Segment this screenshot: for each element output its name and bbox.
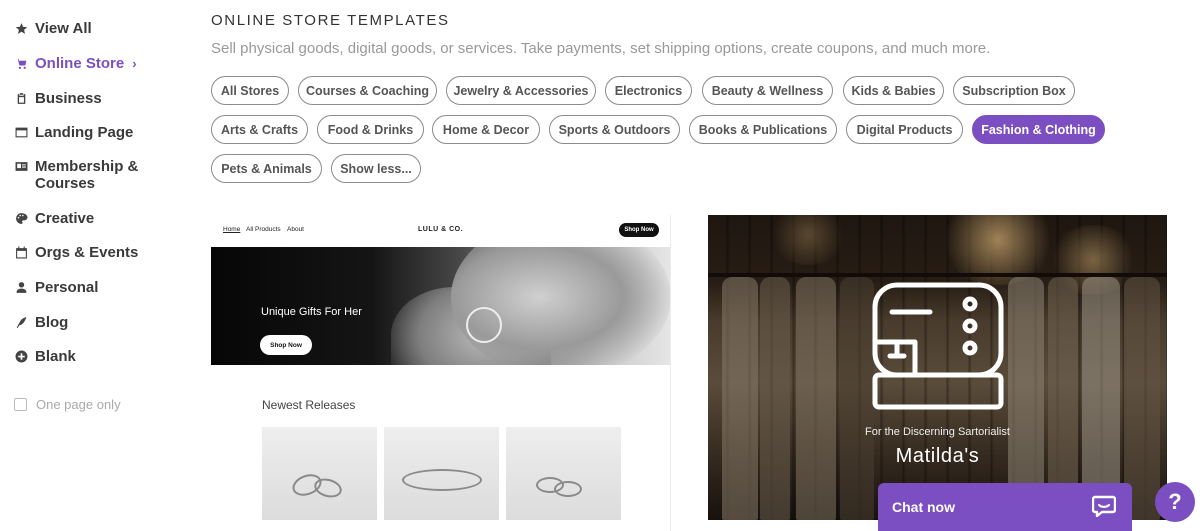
sidebar-item-creative[interactable]: Creative bbox=[14, 210, 94, 227]
sidebar-item-label: Orgs & Events bbox=[35, 244, 139, 261]
one-page-only-toggle[interactable]: One page only bbox=[14, 397, 121, 412]
user-icon bbox=[14, 279, 28, 295]
help-button[interactable]: ? bbox=[1155, 482, 1195, 522]
sidebar-item-orgs-events[interactable]: Orgs & Events bbox=[14, 244, 138, 261]
chip-beauty-wellness[interactable]: Beauty & Wellness bbox=[702, 76, 833, 105]
calendar-icon bbox=[14, 244, 28, 260]
chip-show-less[interactable]: Show less... bbox=[331, 154, 421, 183]
template-preview-nav: Home All Products About LULU & CO. Shop … bbox=[211, 215, 671, 247]
sidebar-item-label-group: Membership & Courses bbox=[35, 158, 138, 192]
sidebar-item-label-line2: Courses bbox=[35, 175, 96, 192]
sidebar-item-label: Blog bbox=[35, 314, 69, 331]
sidebar-item-blog[interactable]: Blog bbox=[14, 314, 68, 331]
sidebar-item-membership-courses[interactable]: Membership & Courses bbox=[14, 158, 138, 192]
template-card-matildas[interactable]: For the Discerning Sartorialist Matilda'… bbox=[708, 215, 1167, 520]
chip-jewelry-accessories[interactable]: Jewelry & Accessories bbox=[446, 76, 596, 105]
hero-face-shape bbox=[451, 247, 671, 365]
preview-nav-link: About bbox=[287, 226, 304, 233]
preview-store-name: Matilda's bbox=[895, 445, 980, 467]
quill-icon bbox=[14, 314, 28, 330]
sidebar: View All Online Store › Business Landing… bbox=[0, 0, 190, 531]
id-card-icon bbox=[14, 158, 28, 174]
chip-arts-crafts[interactable]: Arts & Crafts bbox=[211, 115, 308, 144]
sidebar-item-business[interactable]: Business bbox=[14, 90, 102, 107]
preview-nav-link: Home bbox=[223, 226, 241, 233]
preview-product-image bbox=[384, 427, 499, 520]
card-divider bbox=[670, 215, 671, 531]
preview-hero-button: Shop Now bbox=[260, 335, 312, 355]
chip-courses-coaching[interactable]: Courses & Coaching bbox=[298, 76, 437, 105]
preview-hero-image: Unique Gifts For Her Shop Now bbox=[211, 247, 671, 365]
chip-books-publications[interactable]: Books & Publications bbox=[689, 115, 837, 144]
sidebar-item-label: Membership & bbox=[35, 158, 139, 175]
sidebar-item-landing-page[interactable]: Landing Page bbox=[14, 124, 133, 141]
sidebar-item-label: Business bbox=[35, 90, 102, 107]
chip-sports-outdoors[interactable]: Sports & Outdoors bbox=[549, 115, 680, 144]
chip-fashion-clothing[interactable]: Fashion & Clothing bbox=[972, 115, 1105, 144]
preview-nav-link: All Products bbox=[246, 226, 281, 233]
sidebar-item-label: View All bbox=[35, 20, 92, 37]
star-icon bbox=[14, 20, 28, 36]
browser-window-icon bbox=[14, 124, 28, 140]
sidebar-item-personal[interactable]: Personal bbox=[14, 279, 98, 296]
chip-home-decor[interactable]: Home & Decor bbox=[432, 115, 540, 144]
page-subtitle: Sell physical goods, digital goods, or s… bbox=[211, 40, 991, 57]
palette-icon bbox=[14, 210, 28, 226]
preview-hero-text: Unique Gifts For Her bbox=[261, 306, 362, 318]
chip-food-drinks[interactable]: Food & Drinks bbox=[317, 115, 424, 144]
one-page-only-label: One page only bbox=[36, 397, 121, 412]
sidebar-item-label: Creative bbox=[35, 210, 95, 227]
chip-pets-animals[interactable]: Pets & Animals bbox=[211, 154, 322, 183]
plus-circle-icon bbox=[14, 348, 28, 364]
one-page-only-checkbox[interactable] bbox=[14, 398, 27, 411]
template-card-lulu[interactable]: Home All Products About LULU & CO. Shop … bbox=[211, 215, 671, 531]
preview-section-title: Newest Releases bbox=[262, 398, 356, 412]
page-title: ONLINE STORE TEMPLATES bbox=[211, 12, 450, 29]
chip-kids-babies[interactable]: Kids & Babies bbox=[843, 76, 944, 105]
earring-shape bbox=[466, 307, 502, 343]
preview-tagline: For the Discerning Sartorialist bbox=[865, 426, 1010, 438]
chat-now-button[interactable]: Chat now bbox=[878, 483, 1132, 531]
sidebar-item-blank[interactable]: Blank bbox=[14, 348, 76, 365]
sidebar-item-label: Personal bbox=[35, 279, 99, 296]
sidebar-item-label: Blank bbox=[35, 348, 76, 365]
chat-now-label: Chat now bbox=[892, 499, 955, 515]
chevron-right-icon: › bbox=[132, 56, 137, 71]
sidebar-item-view-all[interactable]: View All bbox=[14, 20, 92, 37]
chip-all-stores[interactable]: All Stores bbox=[211, 76, 289, 105]
chip-digital-products[interactable]: Digital Products bbox=[846, 115, 963, 144]
preview-product-image bbox=[506, 427, 621, 520]
sidebar-item-label: Landing Page bbox=[35, 124, 134, 141]
preview-nav-button: Shop Now bbox=[619, 223, 659, 237]
sewing-machine-icon bbox=[872, 282, 1004, 410]
preview-logo: LULU & CO. bbox=[418, 226, 464, 233]
sidebar-item-online-store[interactable]: Online Store › bbox=[14, 55, 137, 72]
chip-subscription-box[interactable]: Subscription Box bbox=[953, 76, 1075, 105]
sidebar-item-label: Online Store bbox=[35, 55, 125, 72]
cart-icon bbox=[14, 55, 28, 71]
chat-bubble-icon bbox=[1092, 495, 1116, 517]
chip-electronics[interactable]: Electronics bbox=[605, 76, 692, 105]
preview-product-image bbox=[262, 427, 377, 520]
clipboard-icon bbox=[14, 90, 28, 106]
